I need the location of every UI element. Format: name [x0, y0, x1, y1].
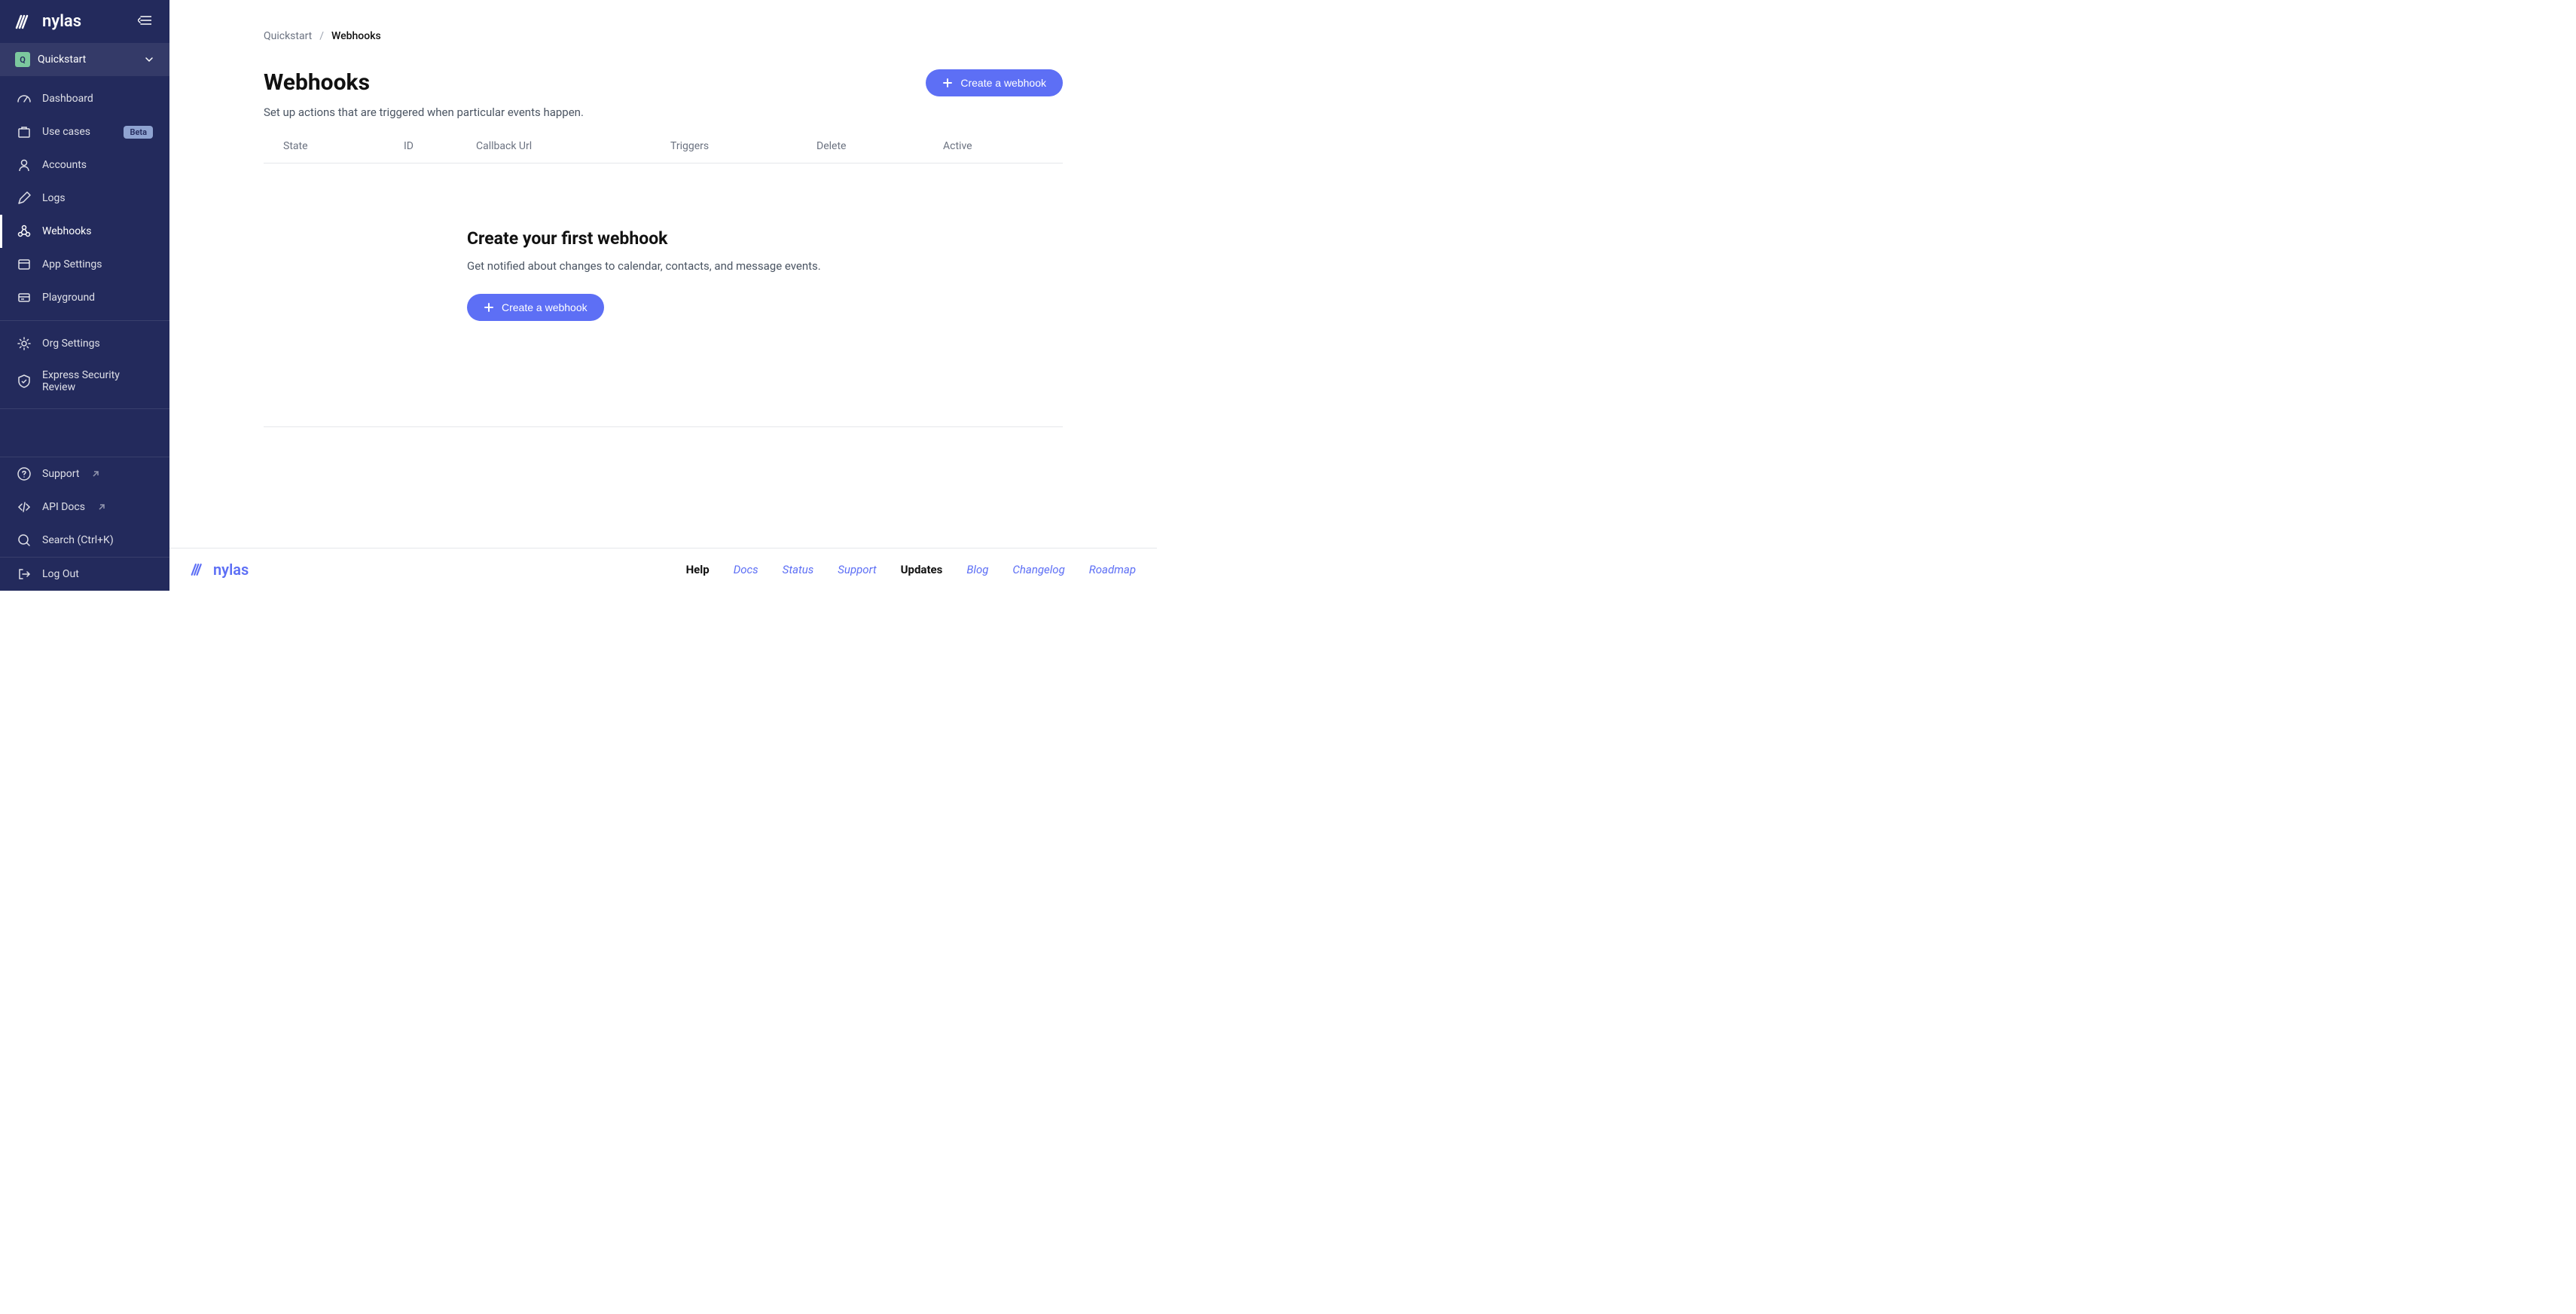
webhook-icon [17, 224, 32, 239]
sidebar-item-label: Dashboard [42, 93, 93, 105]
sidebar-item-label: Log Out [42, 568, 79, 580]
card-icon [17, 290, 32, 305]
create-webhook-button[interactable]: Create a webhook [926, 69, 1063, 96]
sidebar-item-label: API Docs [42, 501, 85, 513]
th-triggers: Triggers [670, 140, 816, 152]
th-id: ID [404, 140, 476, 152]
sidebar-item-search[interactable]: Search (Ctrl+K) [0, 524, 169, 557]
sidebar-item-accounts[interactable]: Accounts [0, 148, 169, 182]
nylas-logo-icon [15, 14, 36, 29]
sidebar-item-label: Webhooks [42, 225, 92, 237]
th-state: State [283, 140, 404, 152]
footer-logo[interactable]: nylas [191, 561, 249, 579]
logout-icon [17, 567, 32, 582]
sidebar-item-logs[interactable]: Logs [0, 182, 169, 215]
sidebar: nylas Q Quickstart Dash [0, 0, 169, 591]
footer-group-updates: Updates [901, 563, 943, 576]
code-icon [17, 500, 32, 515]
table-header: State ID Callback Url Triggers Delete Ac… [264, 140, 1063, 163]
breadcrumb-separator: / [319, 30, 324, 42]
button-label: Create a webhook [502, 301, 588, 313]
external-link-icon [91, 469, 100, 478]
sidebar-item-label: Search (Ctrl+K) [42, 534, 114, 546]
sidebar-item-app-settings[interactable]: App Settings [0, 248, 169, 281]
sidebar-item-dashboard[interactable]: Dashboard [0, 82, 169, 115]
shield-icon [17, 374, 32, 389]
footer-link-support[interactable]: Support [838, 563, 876, 576]
chevron-down-icon [144, 54, 154, 65]
breadcrumb-root[interactable]: Quickstart [264, 30, 312, 42]
th-delete: Delete [816, 140, 943, 152]
collapse-icon [138, 15, 151, 26]
th-active: Active [943, 140, 1043, 152]
footer-link-roadmap[interactable]: Roadmap [1089, 563, 1136, 576]
breadcrumb: Quickstart / Webhooks [264, 30, 1063, 42]
th-callback: Callback Url [476, 140, 670, 152]
plus-icon [484, 302, 494, 313]
nylas-logo-icon [191, 563, 209, 576]
sidebar-item-api-docs[interactable]: API Docs [0, 490, 169, 524]
footer-group-help: Help [686, 563, 710, 576]
window-icon [17, 257, 32, 272]
footer-link-blog[interactable]: Blog [966, 563, 988, 576]
main-content: Quickstart / Webhooks Webhooks Create a … [169, 0, 1157, 591]
sidebar-item-label: Org Settings [42, 338, 100, 350]
sidebar-item-label: Logs [42, 192, 66, 204]
footer-link-docs[interactable]: Docs [734, 563, 758, 576]
workspace-selector[interactable]: Q Quickstart [0, 43, 169, 76]
gauge-icon [17, 91, 32, 106]
sidebar-item-playground[interactable]: Playground [0, 281, 169, 314]
help-icon [17, 466, 32, 481]
empty-state-text: Get notified about changes to calendar, … [467, 259, 1063, 273]
sidebar-item-label: Express Security Review [42, 369, 153, 393]
footer-brand: nylas [213, 561, 249, 579]
search-icon [17, 533, 32, 548]
brand-logo[interactable]: nylas [15, 12, 81, 31]
pencil-icon [17, 191, 32, 206]
page-subtitle: Set up actions that are triggered when p… [264, 105, 1063, 119]
workspace-badge: Q [15, 52, 30, 67]
button-label: Create a webhook [960, 77, 1046, 89]
footer-link-changelog[interactable]: Changelog [1012, 563, 1064, 576]
sidebar-item-logout[interactable]: Log Out [0, 558, 169, 591]
empty-state-title: Create your first webhook [467, 228, 1063, 249]
sidebar-item-use-cases[interactable]: Use cases Beta [0, 115, 169, 148]
empty-state: Create your first webhook Get notified a… [264, 163, 1063, 366]
sidebar-item-support[interactable]: Support [0, 457, 169, 490]
plus-icon [942, 78, 953, 88]
external-link-icon [97, 503, 106, 512]
footer-link-status[interactable]: Status [783, 563, 814, 576]
sidebar-item-label: Support [42, 468, 79, 480]
footer-links: Help Docs Status Support Updates Blog Ch… [686, 563, 1136, 576]
sidebar-item-label: Use cases [42, 126, 90, 138]
create-webhook-button-empty[interactable]: Create a webhook [467, 294, 604, 321]
user-icon [17, 157, 32, 173]
gear-icon [17, 336, 32, 351]
sidebar-item-label: App Settings [42, 258, 102, 270]
collapse-sidebar-button[interactable] [135, 12, 154, 31]
page-title: Webhooks [264, 69, 370, 96]
workspace-name: Quickstart [38, 53, 86, 66]
sidebar-item-webhooks[interactable]: Webhooks [0, 215, 169, 248]
beta-badge: Beta [124, 126, 153, 139]
sidebar-item-org-settings[interactable]: Org Settings [0, 327, 169, 360]
sidebar-item-express-security[interactable]: Express Security Review [0, 360, 169, 402]
divider [264, 426, 1063, 427]
footer: nylas Help Docs Status Support Updates B… [169, 548, 1157, 591]
sidebar-header: nylas [0, 0, 169, 43]
briefcase-icon [17, 124, 32, 139]
breadcrumb-current: Webhooks [331, 30, 381, 42]
sidebar-item-label: Accounts [42, 159, 87, 171]
sidebar-item-label: Playground [42, 292, 95, 304]
brand-name: nylas [42, 12, 81, 31]
